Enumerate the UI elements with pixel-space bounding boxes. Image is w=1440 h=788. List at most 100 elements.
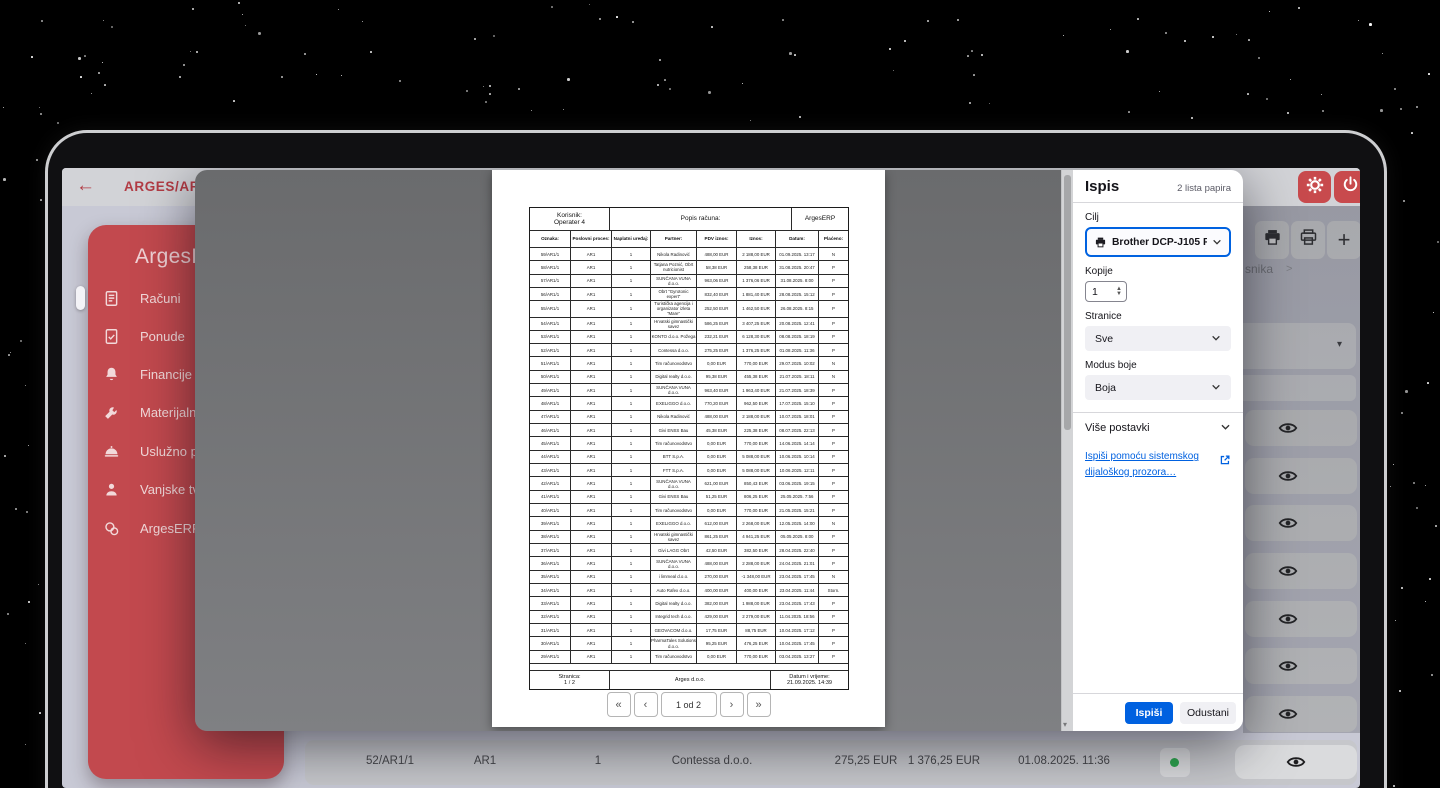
view-row-button[interactable] [1235,745,1357,779]
dialog-footer: Ispiši Odustani [1073,693,1243,731]
doc-cell: P [832,334,835,340]
bell-icon [102,365,121,384]
copies-input[interactable]: 1 ▲ ▼ [1085,281,1127,302]
doc-datetime-cell: Datum i vrijeme: 21.09.2025. 14:39 [786,673,833,686]
doc-cell: 252,50 EUR [697,301,737,317]
doc-cell: 01.08.2025. 11:36 [776,344,819,357]
back-arrow-icon[interactable]: ← [76,175,95,197]
doc-cell: Integrid tech d.o.o. [651,610,697,624]
doc-cell: 963,40 EUR [697,384,737,397]
preview-scrollbar[interactable]: ▾ [1061,170,1073,731]
doc-cell: 10.04.2025. 17:45 [776,637,819,650]
printer-select[interactable]: Brother DCP-J105 Printer [1085,227,1231,257]
print-button[interactable]: Ispiši [1125,701,1173,724]
doc-cell: Nikola Radinović [651,248,697,261]
admin-icon [102,519,121,538]
doc-cell: N [831,374,836,380]
prev-page-button[interactable]: ‹ [633,692,658,717]
doc-cell: 1 [612,650,651,664]
doc-cell: 1 988,00 EUR [737,597,776,610]
doc-row: 52/AR1/1 AR1 1 Contessa d.o.o. 275,25 EUR 1 3… [530,344,848,358]
doc-cell: 10.06.2025. 12:11 [776,464,819,477]
printer-icon [1094,236,1107,249]
stepper-icon[interactable]: ▲ ▼ [1116,286,1126,296]
gear-icon [1305,175,1325,200]
preview-canvas: Korisnik: Operater 4 Popis računa: ArgesE… [195,170,1062,731]
doc-cell: 88,75 EUR [737,624,776,637]
doc-company-cell: Arges d.o.o. [610,671,771,689]
doc-cell: AR1 [571,317,612,330]
doc-cell: 43/AR1/1 [530,464,571,477]
cancel-button[interactable]: Odustani [1180,701,1236,724]
doc-gap [530,664,848,671]
doc-cell: 400,00 EUR [697,584,737,597]
last-page-button[interactable]: » [746,692,771,717]
doc-cell: Contessa d.o.o. [651,344,697,357]
doc-page-cell: Stranica: 1 / 2 [530,671,610,689]
pages-select[interactable]: Sve [1085,326,1231,351]
eye-icon [1285,751,1307,773]
doc-cell: 57/AR1/1 [530,274,571,287]
more-settings-label: Više postavki [1085,422,1150,434]
doc-col-header: Poslovni proces: [571,231,612,247]
doc-cell: SUNČANA VUNA d.o.o. [651,557,697,570]
more-settings-toggle[interactable]: Više postavki [1085,413,1231,443]
doc-cell: 1 [612,597,651,610]
doc-cell: 1 [612,274,651,287]
pages-value: Sve [1095,332,1114,345]
next-page-button[interactable]: › [719,692,744,717]
system-dialog-link[interactable]: Ispiši pomoću sistemskog dijaloškog proz… [1085,449,1215,480]
doc-cell: N [831,574,836,580]
doc-row: 51/AR1/1 AR1 1 Tim računovodstvo 0,00 EUR 770… [530,357,848,371]
doc-cell: 08.08.2025. 18:19 [776,330,819,344]
doc-cell: Tim računovodstvo [651,437,697,450]
doc-cell: 770,00 EUR [737,437,776,450]
doc-cell: N [831,251,836,257]
doc-cell: Tatjana Poznić, Obrt nutricionist [651,261,697,274]
scrollbar-down-arrow[interactable]: ▾ [1063,720,1067,729]
table-row[interactable]: 52/AR1/1 AR1 1 Contessa d.o.o. 275,25 EU… [305,740,1357,785]
doc-cell: 41/AR1/1 [530,490,571,504]
doc-row: 33/AR1/1 AR1 1 Digital realty d.o.o. 382,00 … [530,597,848,611]
doc-cell: Nikola Radinović [651,410,697,424]
doc-user-cell: Korisnik: Operater 4 [530,208,610,230]
doc-cell: 44/AR1/1 [530,450,571,464]
first-page-button[interactable]: « [606,692,631,717]
cloche-icon [102,442,121,461]
color-mode-select[interactable]: Boja [1085,375,1231,400]
copies-value: 1 [1092,285,1098,298]
doc-cell: 39/AR1/1 [530,517,571,530]
doc-cell: 1 [612,384,651,397]
doc-header-band: Korisnik: Operater 4 Popis računa: ArgesE… [530,208,848,231]
doc-cell: 46/AR1/1 [530,424,571,437]
doc-cell: 1 [612,477,651,490]
doc-cell: AR1 [571,261,612,274]
doc-row: 57/AR1/1 AR1 1 SUNČANA VUNA d.o.o. 963,06 EU… [530,274,848,288]
doc-cell: 1 [612,287,651,301]
doc-col-header: Partner: [651,231,697,247]
doc-cell: PharmaTales Solutions d.o.o. [651,637,697,650]
doc-cell: EXELIGGO d.o.o. [651,397,697,410]
scrollbar-thumb[interactable] [1064,175,1072,430]
doc-cell: 1 [612,450,651,464]
doc-col-header: Datum: [776,231,819,247]
pages-label: Stranice [1085,311,1122,322]
doc-cell: 51,25 EUR [697,490,737,504]
doc-cell: 50/AR1/1 [530,370,571,384]
doc-cell: P [832,481,835,487]
external-link-icon [1219,453,1231,471]
doc-cell: 488,00 EUR [697,557,737,570]
doc-col-header: Naplatni uređaj: [612,231,651,247]
doc-row: 45/AR1/1 AR1 1 Tim računovodstvo 0,00 EUR 770… [530,437,848,451]
doc-cell: Hrvatski gimnastički savez [651,317,697,330]
doc-col-header: PDV iznos: [697,231,737,247]
doc-cell: 23.04.2025. 17:45 [776,570,819,584]
logout-button[interactable] [1334,171,1360,203]
doc-cell: AR1 [571,610,612,624]
doc-row: 50/AR1/1 AR1 1 Digital realty d.o.o. 95,38 E… [530,370,848,385]
doc-cell: 28.08.2025. 15:12 [776,287,819,301]
stage: ← ARGES/AR1/1 ArgesERP Računi Ponude Finan… [0,0,1440,788]
doc-cell: P [832,321,835,327]
settings-button[interactable] [1298,171,1331,203]
doc-cell: 33/AR1/1 [530,597,571,610]
